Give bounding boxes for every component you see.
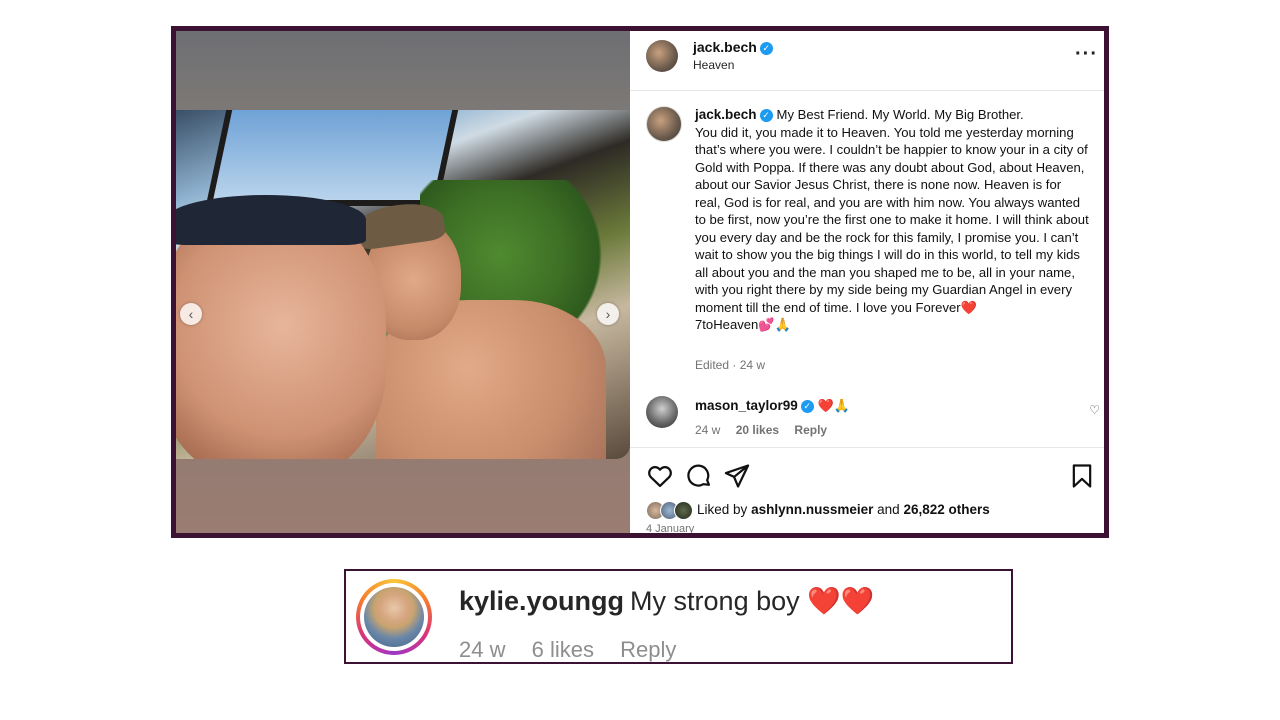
liked-by-avatars: [646, 501, 693, 520]
callout-time: 24 w: [459, 637, 506, 662]
photo-cap-selfie: [176, 195, 366, 245]
comment-icon[interactable]: [685, 462, 713, 490]
post-sidebar: jack.bech ✓ Heaven ··· jack.bech ✓ My Best …: [630, 31, 1104, 533]
post-location[interactable]: Heaven: [693, 58, 734, 72]
comment: mason_taylor99 ✓ ❤️🙏: [695, 398, 850, 414]
caption-author-avatar[interactable]: [646, 106, 682, 142]
like-icon[interactable]: [646, 462, 674, 490]
next-image-button[interactable]: ›: [597, 303, 619, 325]
comment-text: ❤️🙏: [817, 398, 850, 413]
callout-text: My strong boy ❤️❤️: [630, 586, 875, 616]
callout-username[interactable]: kylie.youngg: [459, 586, 624, 616]
highlighted-comment: kylie.youngg My strong boy ❤️❤️ 24 w 6 li…: [344, 569, 1013, 664]
instagram-post: ‹ › jack.bech ✓ Heaven ··· jack.bech ✓ My B…: [171, 26, 1109, 538]
verified-badge-icon: ✓: [759, 41, 773, 55]
post-caption: jack.bech ✓ My Best Friend. My World. My B…: [695, 106, 1090, 334]
save-icon[interactable]: [1068, 462, 1096, 490]
comment-reply-button[interactable]: Reply: [794, 423, 827, 437]
callout-likes[interactable]: 6 likes: [532, 637, 594, 662]
caption-username[interactable]: jack.bech ✓: [695, 107, 773, 122]
liked-by-others[interactable]: 26,822 others: [903, 502, 989, 517]
share-icon[interactable]: [723, 462, 751, 490]
author-username[interactable]: jack.bech ✓: [693, 39, 773, 55]
caption-body: You did it, you made it to Heaven. You t…: [695, 124, 1089, 333]
story-ring[interactable]: [356, 579, 432, 655]
verified-badge-icon: ✓: [800, 399, 814, 413]
callout-meta: 24 w 6 likes Reply: [459, 637, 696, 662]
more-options-icon[interactable]: ···: [1075, 43, 1098, 66]
callout-reply-button[interactable]: Reply: [620, 637, 676, 662]
comment-likes[interactable]: 20 likes: [736, 423, 779, 437]
callout-avatar: [364, 587, 424, 647]
comment-like-icon[interactable]: ♡: [1089, 403, 1100, 417]
liked-by: Liked by ashlynn.nussmeier and 26,822 ot…: [646, 501, 990, 520]
comment-meta: 24 w 20 likes Reply: [695, 423, 839, 437]
liked-by-user[interactable]: ashlynn.nussmeier: [751, 502, 873, 517]
post-actions: Liked by ashlynn.nussmeier and 26,822 ot…: [630, 447, 1104, 535]
comment-time: 24 w: [695, 423, 721, 437]
verified-badge-icon: ✓: [759, 108, 773, 122]
comment-avatar[interactable]: [646, 396, 678, 428]
callout-comment: kylie.youngg My strong boy ❤️❤️: [459, 585, 874, 617]
liked-by-prefix: Liked by: [697, 502, 748, 518]
previous-image-button[interactable]: ‹: [180, 303, 202, 325]
liked-by-and: and: [877, 502, 900, 518]
post-media: ‹ ›: [176, 31, 630, 533]
author-avatar[interactable]: [646, 40, 678, 72]
post-header: jack.bech ✓ Heaven ···: [630, 31, 1104, 91]
caption-heading: My Best Friend. My World. My Big Brother…: [776, 107, 1024, 122]
caption-meta: Edited · 24 w: [695, 358, 766, 372]
comment-username[interactable]: mason_taylor99 ✓: [695, 398, 814, 413]
post-date: 4 January: [646, 523, 695, 535]
post-photo: [176, 110, 630, 459]
